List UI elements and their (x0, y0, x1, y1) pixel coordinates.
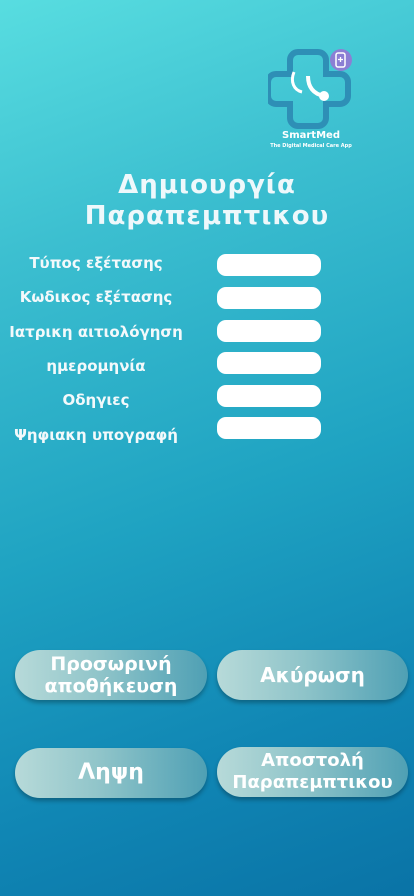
page-title: Δημιουργία Παραπεμπτικου (0, 170, 414, 232)
digital-signature-label: Ψηφιακη υπογραφή (14, 426, 178, 444)
app-logo: SmartMed The Digital Medical Care App (262, 46, 360, 154)
send-referral-button[interactable]: Αποστολή Παραπεμπτικου (217, 747, 408, 797)
exam-type-input[interactable] (217, 254, 321, 276)
instructions-input[interactable] (217, 385, 321, 407)
send-referral-label-line2: Παραπεμπτικου (232, 772, 393, 793)
exam-code-input[interactable] (217, 287, 321, 309)
temporary-save-button[interactable]: Προσωρινή αποθήκευση (15, 650, 207, 700)
download-label: Ληψη (78, 760, 144, 785)
page-title-line1: Δημιουργία (118, 170, 296, 200)
date-label: ημερομηνία (46, 357, 146, 375)
medical-cross-logo-icon (268, 49, 352, 129)
page-title-line2: Παραπεμπτικου (84, 201, 330, 231)
cancel-label: Ακύρωση (260, 663, 365, 687)
temporary-save-label-line2: αποθήκευση (44, 675, 178, 697)
cancel-button[interactable]: Ακύρωση (217, 650, 408, 700)
medical-justification-label: Ιατρικη αιτιολόγηση (9, 323, 183, 341)
instructions-label: Οδηγιες (62, 391, 130, 409)
digital-signature-input[interactable] (217, 417, 321, 439)
date-input[interactable] (217, 352, 321, 374)
temporary-save-label-line1: Προσωρινή (50, 653, 172, 675)
exam-code-label: Κωδικος εξέτασης (19, 288, 173, 306)
medical-justification-input[interactable] (217, 320, 321, 342)
logo-name: SmartMed (282, 130, 340, 141)
logo-tagline: The Digital Medical Care App (270, 143, 352, 149)
exam-type-label: Τύπος εξέτασης (29, 254, 163, 272)
send-referral-label-line1: Αποστολή (261, 750, 364, 771)
download-button[interactable]: Ληψη (15, 748, 207, 798)
